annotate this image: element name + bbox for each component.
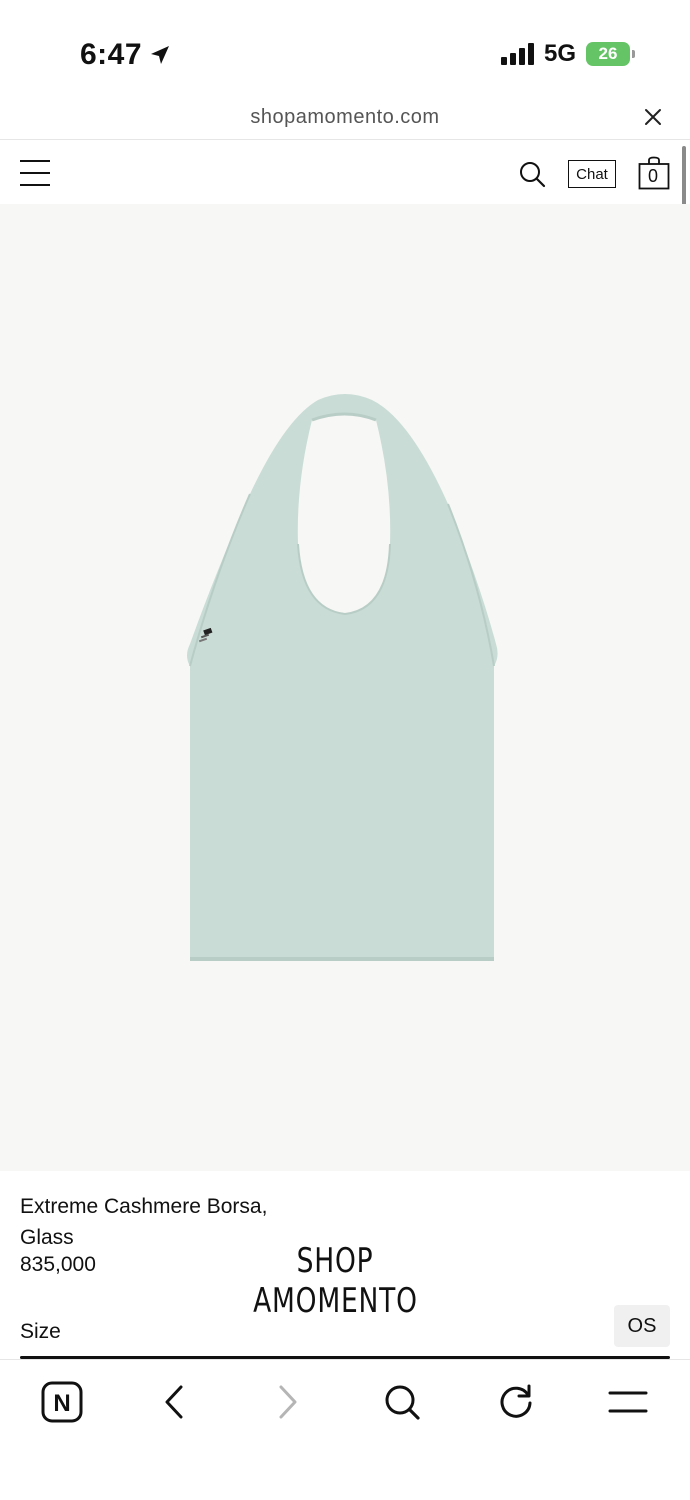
size-option-label: OS [627,1314,657,1337]
status-bar: 6:47 5G 26 [0,0,690,100]
browser-toolbar: N [0,1359,690,1500]
network-label: 5G [543,40,576,67]
product-info: Extreme Cashmere Borsa, Glass 835,000 SH… [0,1171,690,1357]
brand-logo[interactable]: SHOP AMOMENTO [253,1241,417,1321]
menu-icon[interactable] [20,160,50,186]
url-bar[interactable]: shopamomento.com [0,100,690,140]
forward-button[interactable] [266,1380,310,1424]
product-name: Extreme Cashmere Borsa, Glass [20,1195,268,1249]
home-letter: N [53,1390,70,1417]
product-halter-top-image [187,394,498,961]
search-icon[interactable] [518,160,546,188]
brand-line-2: AMOMENTO [253,1281,418,1321]
url-text[interactable]: shopamomento.com [0,106,690,129]
product-image[interactable] [0,204,690,1171]
browser-menu-icon [608,1391,648,1413]
reload-button[interactable] [494,1380,538,1424]
search-icon [385,1385,420,1420]
forward-icon [279,1385,297,1419]
status-indicators: 5G 26 [500,40,635,68]
battery-level: 26 [598,44,618,63]
cart-button[interactable]: 0 [638,156,670,190]
search-button[interactable] [380,1380,424,1424]
back-button[interactable] [152,1380,196,1424]
cart-count: 0 [647,166,658,186]
product-price: 835,000 [20,1253,96,1276]
time-text: 6:47 [80,38,143,71]
signal-icon [500,43,534,65]
chat-label: Chat [576,165,608,183]
chat-button[interactable]: Chat [568,160,616,188]
status-time: 6:47 [80,38,172,72]
brand-line-1: SHOP [296,1241,374,1281]
battery-icon: 26 [586,42,635,66]
location-arrow-icon [151,46,170,64]
home-button[interactable]: N [40,1380,84,1424]
menu-button[interactable] [606,1380,650,1424]
n-app-icon: N [41,1381,83,1423]
size-label: Size [20,1320,61,1343]
close-icon[interactable] [640,104,666,130]
site-header: Chat 0 [0,140,690,204]
size-option-os[interactable]: OS [614,1305,670,1347]
reload-icon [500,1384,532,1418]
back-icon [165,1385,183,1419]
